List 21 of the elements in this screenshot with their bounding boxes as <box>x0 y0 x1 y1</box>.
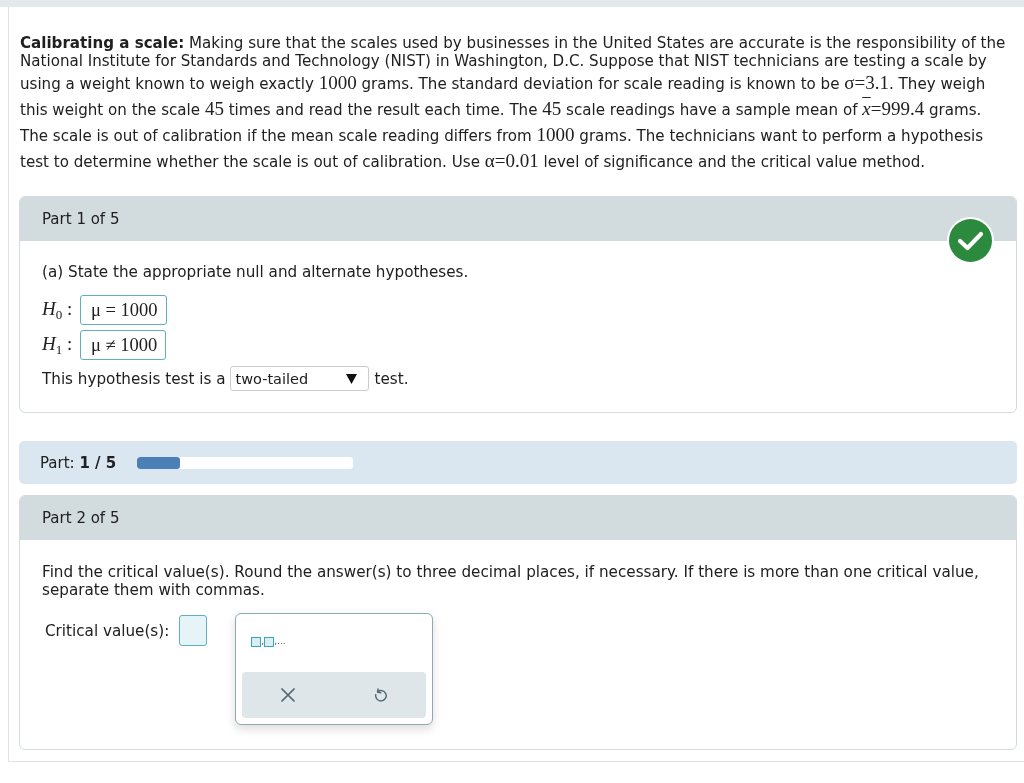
part-title: Part 2 of 5 <box>20 496 1016 540</box>
answer-field[interactable]: μ ≠ 1000 <box>80 330 167 360</box>
test-type-dropdown[interactable]: two-tailed <box>230 366 370 391</box>
template-button[interactable]: , ,... <box>251 636 286 647</box>
hypothesis-label: H$_{0}$ : <box>42 297 74 323</box>
problem-text: Calibrating a scale: Making sure that the scales used by businesses in the United States are accurate is the responsibility of the National Institute for Standards and Technology (NIST) in Washington, D.C. Suppose that NIST technicians are testing a scale by using a weight known to weigh exactly 1000 grams. The standard deviation for scale reading is known to be σ=3.1. They weigh this weight on the scale 45 times and read the result each time. The 45 scale readings have a sample mean of x=999.4 grams. The scale is out of calibration if the mean scale reading differs from 1000 grams. The technicians want to perform a hypothesis test to determine whether the scale is out of calibration. Use α=0.01 level of significance and the critical value method. <box>20 34 1007 173</box>
answer-label: Critical value(s): <box>45 622 170 640</box>
question-text: (a) State the appropriate null and alternate hypotheses. <box>42 263 469 281</box>
sentence-text: test. <box>374 369 409 388</box>
x-icon <box>281 688 296 702</box>
undo-icon <box>373 688 388 702</box>
empty-square-icon <box>251 637 262 647</box>
caret-icon <box>346 373 358 384</box>
progress-label: Part: 1 / 5 <box>40 453 117 472</box>
sentence-text: This hypothesis test is a <box>42 369 226 388</box>
part-title: Part 1 of 5 <box>20 197 1016 241</box>
question-text: Find the critical value(s). Round the answer(s) to three decimal places, if necessary. If there is more than one critical value, separate them with commas. <box>42 563 980 599</box>
empty-square-icon <box>264 637 275 647</box>
answer-field[interactable]: μ = 1000 <box>80 295 167 325</box>
answer-input[interactable] <box>179 615 208 646</box>
hypothesis-label: H$_{1}$ : <box>42 332 74 358</box>
